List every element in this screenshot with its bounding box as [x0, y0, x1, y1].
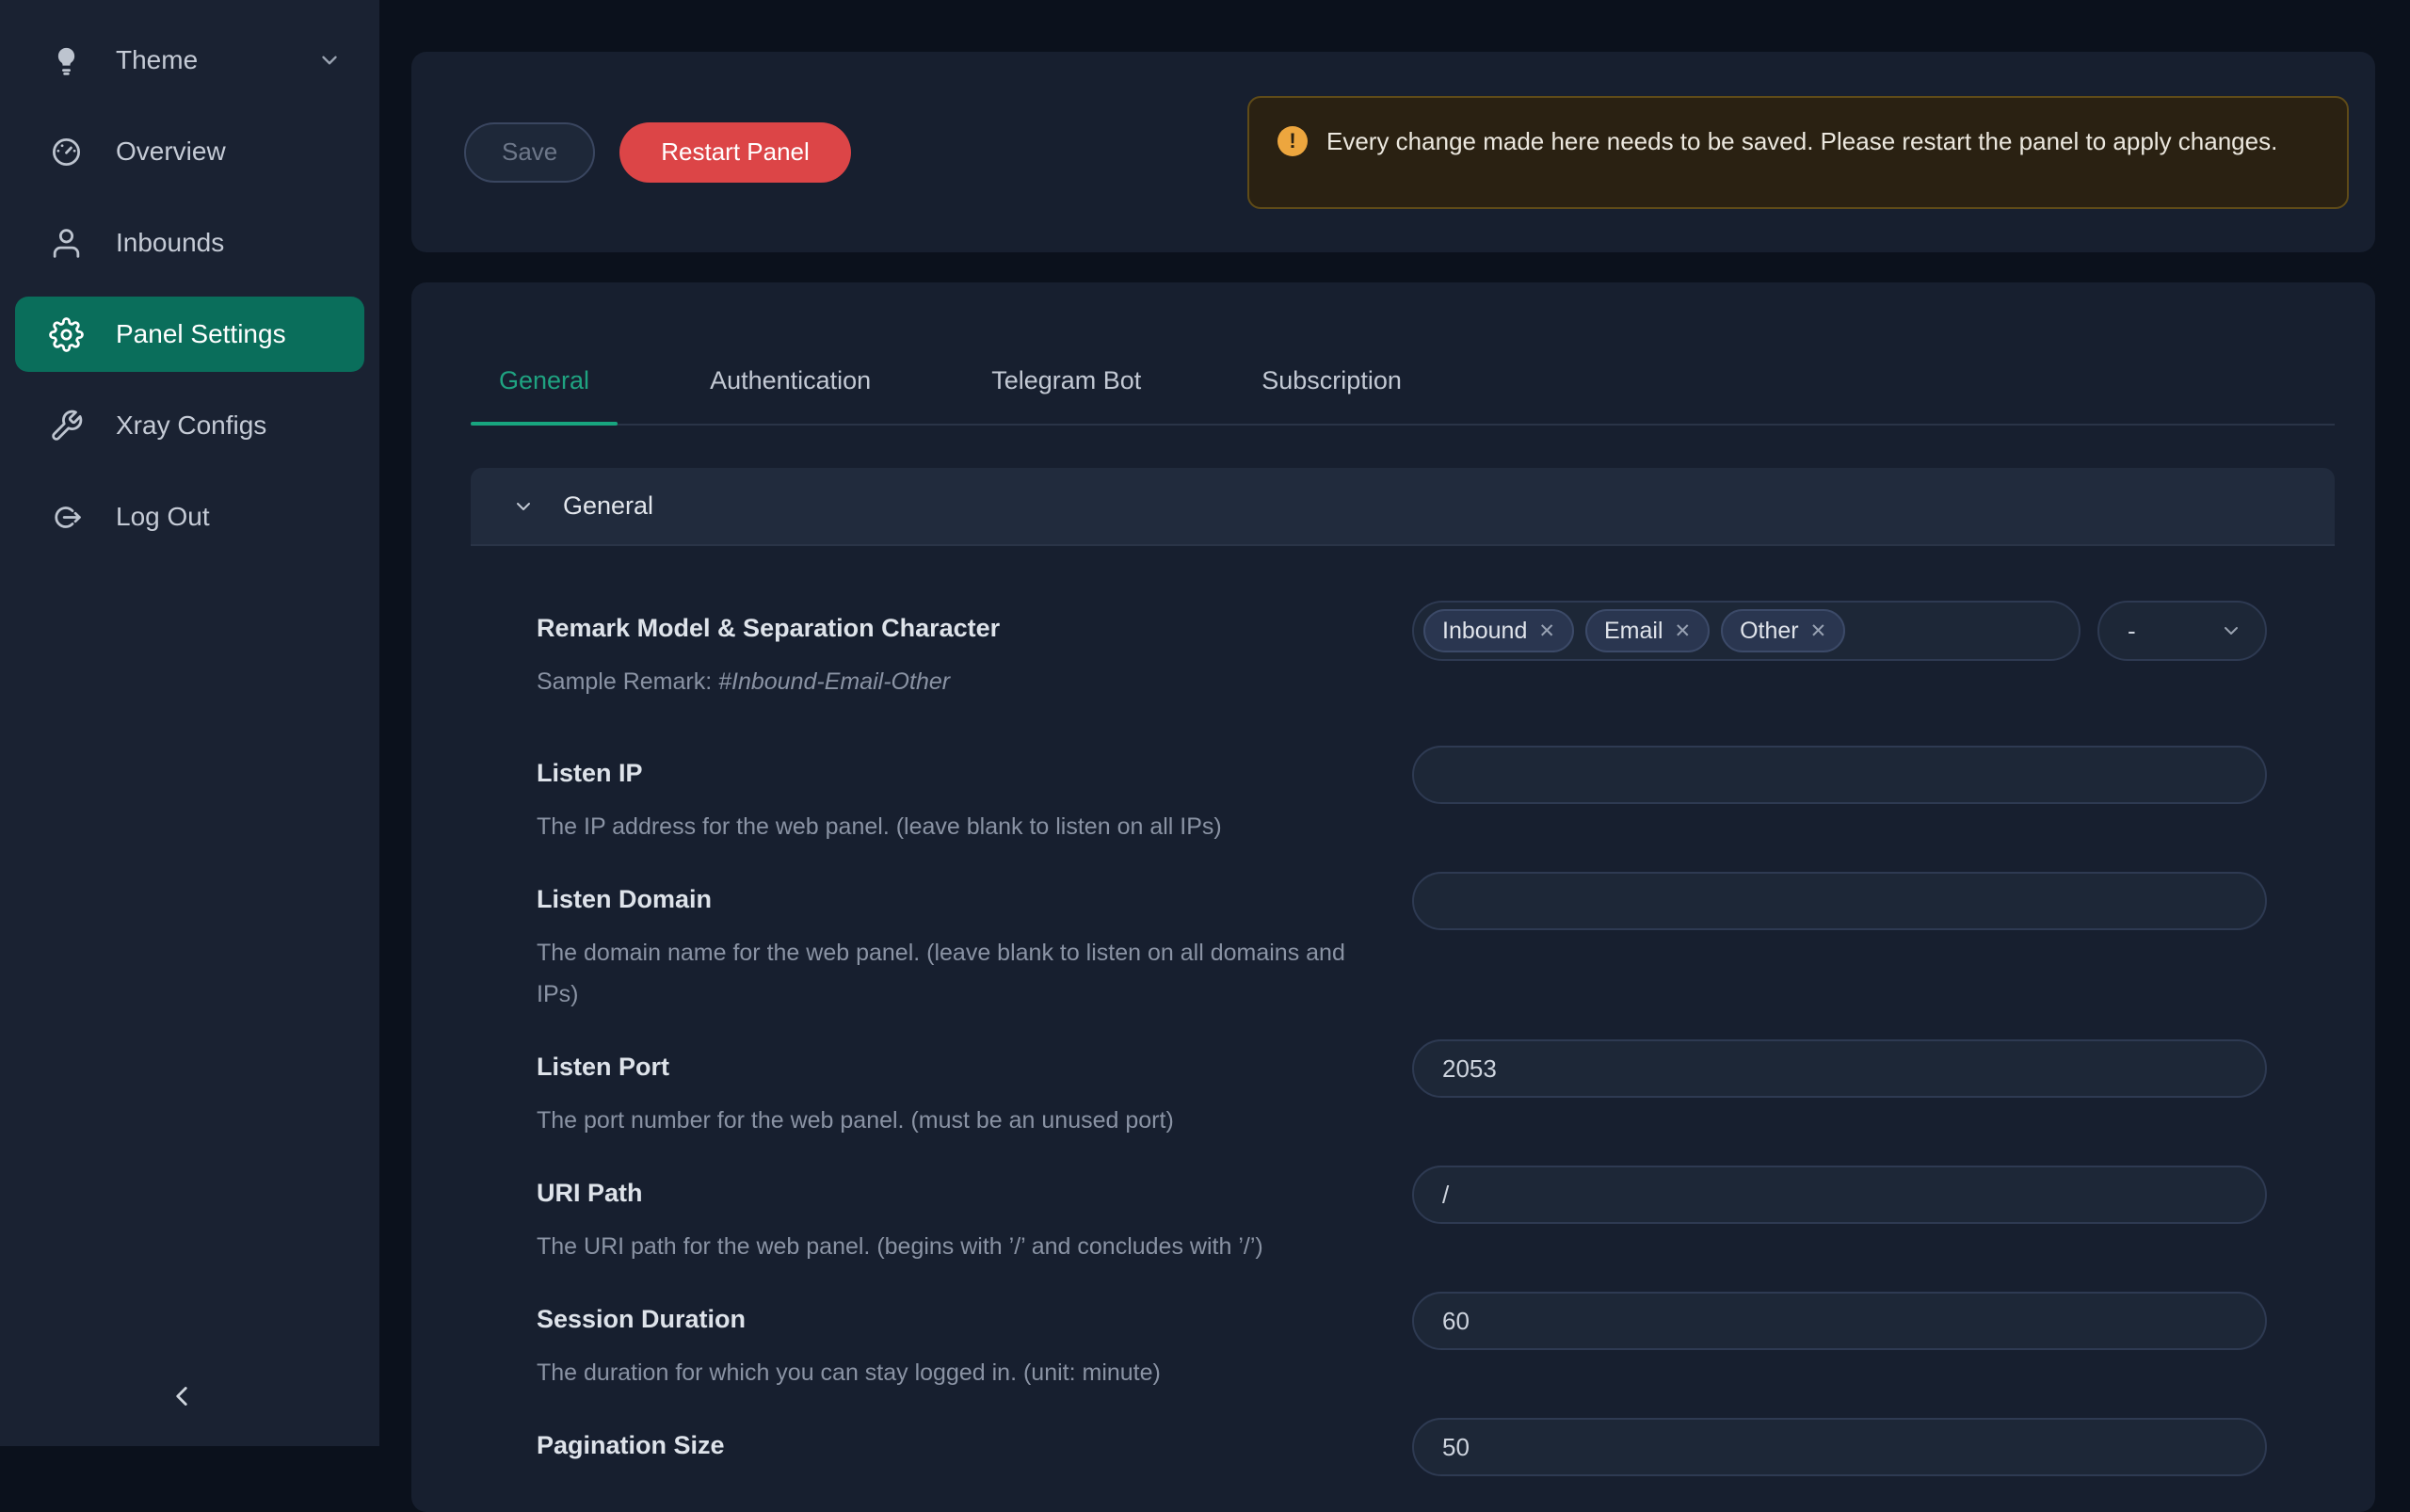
- sidebar-item-label: Theme: [116, 45, 198, 75]
- alert-text: Every change made here needs to be saved…: [1326, 121, 2277, 162]
- sidebar-item-xray-configs[interactable]: Xray Configs: [15, 388, 364, 463]
- field-listen-port: Listen Port The port number for the web …: [537, 1049, 2267, 1141]
- gear-icon: [49, 317, 84, 352]
- field-listen-domain: Listen Domain The domain name for the we…: [537, 881, 2267, 1015]
- field-label: URI Path: [537, 1175, 1374, 1211]
- remove-tag-icon[interactable]: ✕: [1538, 619, 1555, 643]
- tag-email: Email ✕: [1585, 609, 1710, 652]
- logout-icon: [49, 500, 84, 535]
- field-uri-path: URI Path The URI path for the web panel.…: [537, 1175, 2267, 1267]
- gauge-icon: [49, 135, 84, 169]
- remove-tag-icon[interactable]: ✕: [1810, 619, 1827, 643]
- collapse-title: General: [563, 491, 653, 521]
- field-control: [1412, 1418, 2267, 1476]
- field-description: The URI path for the web panel. (begins …: [537, 1226, 1365, 1267]
- field-label: Pagination Size: [537, 1427, 1374, 1463]
- sidebar-item-label: Overview: [116, 137, 226, 167]
- tag-other: Other ✕: [1721, 609, 1845, 652]
- sample-remark-value: #Inbound-Email-Other: [718, 668, 950, 695]
- user-icon: [49, 226, 84, 261]
- field-description: Sample Remark: #Inbound-Email-Other: [537, 661, 1365, 702]
- session-duration-input[interactable]: [1412, 1292, 2267, 1350]
- field-control: [1412, 1292, 2267, 1350]
- general-collapse-header[interactable]: General: [471, 468, 2335, 546]
- field-labels: URI Path The URI path for the web panel.…: [537, 1175, 1412, 1267]
- field-description: The domain name for the web panel. (leav…: [537, 932, 1365, 1015]
- remark-model-select[interactable]: Inbound ✕ Email ✕ Other ✕: [1412, 601, 2081, 661]
- field-control: [1412, 746, 2267, 804]
- field-labels: Pagination Size: [537, 1427, 1412, 1478]
- sidebar-item-theme[interactable]: Theme: [15, 23, 364, 98]
- settings-tabs: General Authentication Telegram Bot Subs…: [471, 362, 2335, 426]
- sample-remark-prefix: Sample Remark:: [537, 668, 718, 695]
- general-collapse-panel: General Remark Model & Separation Charac…: [471, 468, 2335, 1478]
- chevron-down-icon: [317, 48, 342, 72]
- field-pagination-size: Pagination Size: [537, 1427, 2267, 1478]
- warning-icon: !: [1277, 126, 1308, 156]
- field-label: Remark Model & Separation Character: [537, 610, 1374, 646]
- chevron-down-icon: [512, 495, 535, 518]
- tag-label: Email: [1604, 618, 1663, 645]
- field-labels: Listen Port The port number for the web …: [537, 1049, 1412, 1141]
- save-button[interactable]: Save: [464, 122, 595, 183]
- tab-subscription[interactable]: Subscription: [1233, 362, 1430, 424]
- field-label: Listen Port: [537, 1049, 1374, 1085]
- field-remark-model: Remark Model & Separation Character Samp…: [537, 610, 2267, 702]
- sidebar-item-label: Panel Settings: [116, 319, 286, 349]
- pagination-size-input[interactable]: [1412, 1418, 2267, 1476]
- field-control: [1412, 1039, 2267, 1098]
- sidebar-collapse-button[interactable]: [166, 1380, 198, 1412]
- sidebar-item-label: Log Out: [116, 502, 210, 532]
- field-label: Session Duration: [537, 1301, 1374, 1337]
- sidebar-item-panel-settings[interactable]: Panel Settings: [15, 297, 364, 372]
- field-label: Listen Domain: [537, 881, 1374, 917]
- settings-card: General Authentication Telegram Bot Subs…: [411, 282, 2375, 1512]
- tag-inbound: Inbound ✕: [1423, 609, 1574, 652]
- toolbar-card: Save Restart Panel ! Every change made h…: [411, 52, 2375, 252]
- tag-label: Inbound: [1442, 618, 1527, 645]
- tag-label: Other: [1740, 618, 1799, 645]
- restart-warning-alert: ! Every change made here needs to be sav…: [1247, 96, 2349, 209]
- separator-select[interactable]: -: [2097, 601, 2267, 661]
- field-control: [1412, 1166, 2267, 1224]
- tab-authentication[interactable]: Authentication: [682, 362, 899, 424]
- chevron-down-icon: [2220, 619, 2242, 642]
- field-labels: Listen Domain The domain name for the we…: [537, 881, 1412, 1015]
- listen-port-input[interactable]: [1412, 1039, 2267, 1098]
- sidebar-item-label: Xray Configs: [116, 410, 266, 441]
- field-control: [1412, 872, 2267, 930]
- field-control: Inbound ✕ Email ✕ Other ✕: [1412, 601, 2267, 661]
- field-description: The IP address for the web panel. (leave…: [537, 806, 1365, 847]
- main-content: Save Restart Panel ! Every change made h…: [379, 0, 2410, 1446]
- sidebar-item-label: Inbounds: [116, 228, 224, 258]
- separator-value: -: [2128, 617, 2136, 646]
- restart-panel-button[interactable]: Restart Panel: [619, 122, 851, 183]
- listen-ip-input[interactable]: [1412, 746, 2267, 804]
- wrench-icon: [49, 409, 84, 443]
- field-label: Listen IP: [537, 755, 1374, 791]
- tab-telegram-bot[interactable]: Telegram Bot: [963, 362, 1169, 424]
- general-settings-form: Remark Model & Separation Character Samp…: [471, 546, 2335, 1478]
- field-listen-ip: Listen IP The IP address for the web pan…: [537, 755, 2267, 847]
- field-description: The duration for which you can stay logg…: [537, 1352, 1365, 1393]
- remove-tag-icon[interactable]: ✕: [1675, 619, 1692, 643]
- sidebar-item-inbounds[interactable]: Inbounds: [15, 205, 364, 281]
- uri-path-input[interactable]: [1412, 1166, 2267, 1224]
- listen-domain-input[interactable]: [1412, 872, 2267, 930]
- field-labels: Session Duration The duration for which …: [537, 1301, 1412, 1393]
- field-description: The port number for the web panel. (must…: [537, 1100, 1365, 1141]
- field-labels: Remark Model & Separation Character Samp…: [537, 610, 1412, 702]
- lightbulb-icon: [49, 43, 84, 78]
- tab-general[interactable]: General: [471, 362, 618, 424]
- sidebar: Theme Overview Inbounds Panel Set: [0, 0, 379, 1446]
- field-session-duration: Session Duration The duration for which …: [537, 1301, 2267, 1393]
- sidebar-item-overview[interactable]: Overview: [15, 114, 364, 189]
- field-labels: Listen IP The IP address for the web pan…: [537, 755, 1412, 847]
- sidebar-item-log-out[interactable]: Log Out: [15, 479, 364, 555]
